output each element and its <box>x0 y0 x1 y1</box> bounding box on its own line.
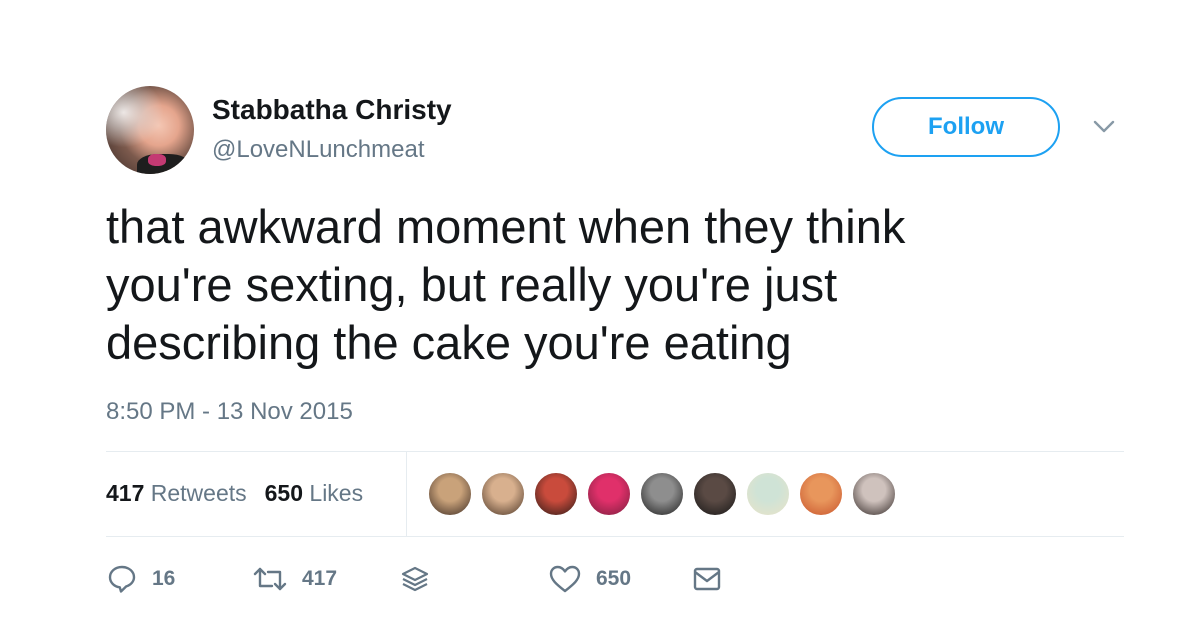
like-button[interactable]: 650 <box>548 562 631 596</box>
retweets-stat[interactable]: 417 Retweets <box>106 480 247 506</box>
liker-avatar[interactable] <box>481 472 525 516</box>
likes-stat[interactable]: 650 Likes <box>265 480 363 506</box>
liker-avatar[interactable] <box>799 472 843 516</box>
layers-icon <box>401 566 429 592</box>
liker-avatar[interactable] <box>428 472 472 516</box>
likes-label: Likes <box>309 480 364 506</box>
stats-divider <box>406 452 407 536</box>
retweets-label: Retweets <box>150 480 247 506</box>
tweet-text: that awkward moment when they think you'… <box>106 198 1066 372</box>
tweet-actions: 16 417 650 <box>106 562 806 596</box>
divider <box>106 451 1124 452</box>
reply-button[interactable]: 16 <box>106 562 175 596</box>
chevron-down-icon[interactable] <box>1092 118 1116 136</box>
liker-avatar[interactable] <box>534 472 578 516</box>
engagement-stats: 417 Retweets 650 Likes <box>106 480 363 507</box>
tweet-text-line: describing the cake you're eating <box>106 316 792 369</box>
tweet-text-line: you're sexting, but really you're just <box>106 258 838 311</box>
stack-button[interactable] <box>400 562 430 596</box>
divider <box>106 536 1124 537</box>
liker-avatar[interactable] <box>587 472 631 516</box>
display-name[interactable]: Stabbatha Christy <box>212 94 452 126</box>
like-count: 650 <box>596 567 632 590</box>
reply-count: 16 <box>152 567 176 590</box>
follow-button[interactable]: Follow <box>872 97 1060 157</box>
liker-avatar[interactable] <box>640 472 684 516</box>
liker-avatar[interactable] <box>693 472 737 516</box>
message-button[interactable] <box>692 562 722 596</box>
avatar-accent <box>148 153 166 166</box>
liker-avatar[interactable] <box>852 472 896 516</box>
envelope-icon <box>693 567 721 591</box>
retweet-button[interactable]: 417 <box>252 562 337 596</box>
avatar[interactable] <box>106 86 194 174</box>
tweet-timestamp[interactable]: 8:50 PM - 13 Nov 2015 <box>106 398 353 426</box>
user-handle[interactable]: @LoveNLunchmeat <box>212 136 424 164</box>
reply-icon <box>108 565 136 593</box>
retweets-count: 417 <box>106 480 145 506</box>
liker-avatar[interactable] <box>746 472 790 516</box>
retweet-count: 417 <box>302 567 338 590</box>
heart-icon <box>549 565 581 593</box>
tweet-text-line: that awkward moment when they think <box>106 200 906 253</box>
tweet-card: Stabbatha Christy @LoveNLunchmeat Follow… <box>0 0 1200 630</box>
retweet-icon <box>253 567 287 591</box>
likes-count: 650 <box>264 480 304 506</box>
